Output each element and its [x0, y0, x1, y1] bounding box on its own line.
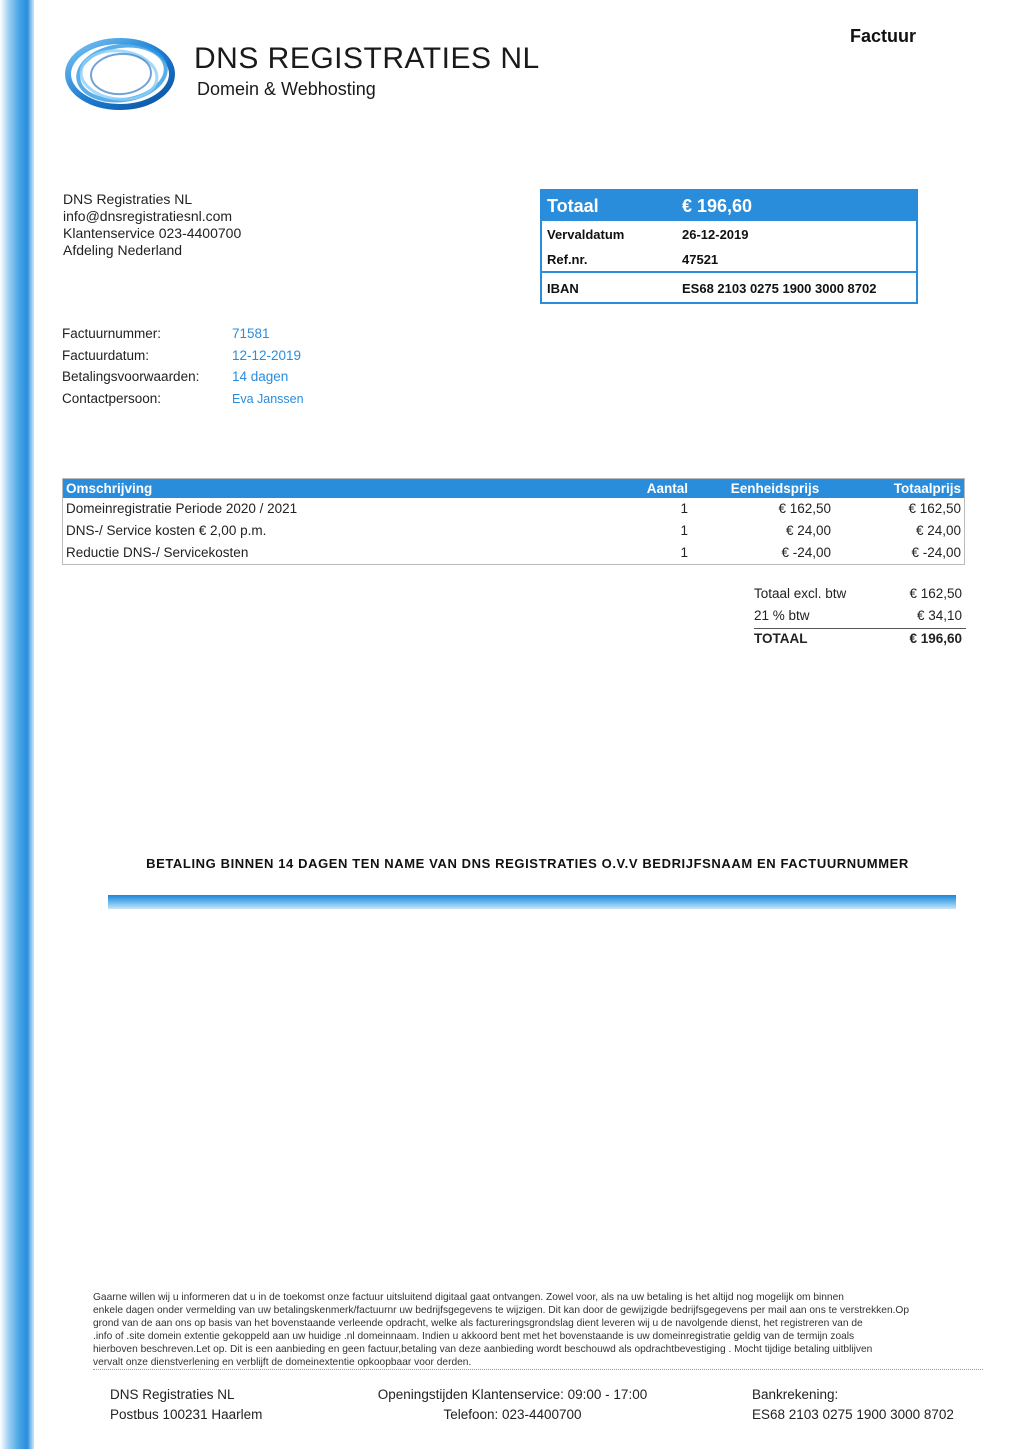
summary-ref-value: 47521	[682, 252, 719, 267]
summary-due-value: 26-12-2019	[682, 227, 749, 242]
meta-value: 12-12-2019	[232, 347, 302, 363]
disclaimer-line: hierboven beschreven.Let op. Dit is een …	[93, 1344, 873, 1356]
grand-total-value: € 196,60	[909, 631, 962, 646]
invoice-totals: Totaal excl. btw € 162,50 21 % btw € 34,…	[754, 584, 966, 651]
table-header: Omschrijving Aantal Eenheidsprijs Totaal…	[63, 479, 964, 498]
cell-quantity: 1	[680, 523, 688, 538]
disclaimer-line: Gaarne willen wij u informeren dat u in …	[93, 1292, 844, 1303]
footer-postal-address: Postbus 100231 Haarlem	[110, 1407, 263, 1422]
grand-total-label: TOTAAL	[754, 631, 808, 646]
cell-total-price: € 162,50	[908, 501, 961, 516]
table-row: Domeinregistratie Periode 2020 / 2021 1 …	[63, 499, 964, 521]
column-header-total-price: Totaalprijs	[893, 481, 961, 496]
meta-value: 71581	[232, 326, 270, 341]
cell-quantity: 1	[680, 545, 688, 560]
cell-description: Reductie DNS-/ Servicekosten	[66, 545, 249, 560]
disclaimer-text: Gaarne willen wij u informeren dat u in …	[93, 1291, 963, 1370]
address-line: DNS Registraties NL	[63, 191, 193, 207]
brand-name: DNS REGISTRATIES NL	[194, 42, 540, 75]
summary-iban-value: ES68 2103 0275 1900 3000 8702	[682, 281, 877, 296]
cell-unit-price: € 24,00	[785, 523, 831, 538]
summary-divider	[542, 271, 916, 273]
ring-logo-icon	[62, 34, 182, 114]
subtotal-row: Totaal excl. btw € 162,50	[754, 584, 966, 606]
disclaimer-line: grond van de aan ons op basis van het bo…	[93, 1318, 863, 1330]
cell-description: Domeinregistratie Periode 2020 / 2021	[66, 501, 298, 516]
meta-label: Factuurdatum:	[62, 347, 150, 363]
footer-divider	[93, 1369, 983, 1370]
table-row: Reductie DNS-/ Servicekosten 1 € -24,00 …	[63, 543, 964, 565]
address-line: Klantenservice 023-4400700	[63, 225, 242, 241]
payment-summary-box: Totaal € 196,60 Vervaldatum 26-12-2019 R…	[540, 189, 918, 304]
cell-description: DNS-/ Service kosten € 2,00 p.m.	[66, 523, 267, 538]
subtotal-label: Totaal excl. btw	[754, 586, 847, 601]
disclaimer-line: vervalt onze dienstverlening en verblijf…	[93, 1357, 472, 1369]
column-header-description: Omschrijving	[66, 481, 153, 496]
summary-total-label: Totaal	[547, 196, 599, 216]
vat-row: 21 % btw € 34,10	[754, 606, 966, 628]
meta-label: Contactpersoon:	[62, 390, 162, 406]
disclaimer-line: enkele dagen onder vermelding van uw bet…	[93, 1305, 910, 1317]
summary-total-row: Totaal € 196,60	[542, 191, 916, 221]
footer-company: DNS Registraties NL Postbus 100231 Haarl…	[110, 1385, 262, 1425]
cell-total-price: € -24,00	[911, 545, 961, 560]
meta-value: 14 dagen	[232, 369, 289, 384]
table-row: DNS-/ Service kosten € 2,00 p.m. 1 € 24,…	[63, 521, 964, 543]
vat-value: € 34,10	[916, 608, 962, 623]
payment-notice: BETALING BINNEN 14 DAGEN TEN NAME VAN DN…	[146, 856, 909, 871]
side-stripe	[0, 0, 34, 1449]
footer-bank: Bankrekening: ES68 2103 0275 1900 3000 8…	[752, 1385, 954, 1425]
column-header-quantity: Aantal	[646, 481, 688, 496]
brand-tagline: Domein & Webhosting	[197, 79, 376, 99]
document-title: Factuur	[849, 26, 916, 46]
cell-total-price: € 24,00	[915, 523, 961, 538]
vat-label: 21 % btw	[754, 608, 810, 623]
column-header-unit-price: Eenheidsprijs	[730, 481, 820, 496]
footer-contact: Openingstijden Klantenservice: 09:00 - 1…	[370, 1385, 655, 1425]
footer-bank-account: ES68 2103 0275 1900 3000 8702	[752, 1407, 954, 1422]
blue-divider-bar	[108, 895, 956, 909]
summary-ref-label: Ref.nr.	[547, 252, 588, 267]
line-items-table: Omschrijving Aantal Eenheidsprijs Totaal…	[62, 478, 965, 565]
footer-company-name: DNS Registraties NL	[110, 1387, 235, 1402]
summary-total-value: € 196,60	[682, 196, 753, 216]
disclaimer-line: .info of .site domein extentie gekoppeld…	[93, 1331, 855, 1343]
footer-phone: Telefoon: 023-4400700	[443, 1407, 582, 1422]
subtotal-value: € 162,50	[909, 586, 962, 601]
cell-quantity: 1	[680, 501, 688, 516]
meta-value: Eva Janssen	[232, 391, 304, 406]
cell-unit-price: € -24,00	[781, 545, 831, 560]
footer-bank-label: Bankrekening:	[752, 1387, 839, 1402]
cell-unit-price: € 162,50	[778, 501, 831, 516]
summary-due-label: Vervaldatum	[547, 227, 625, 242]
grand-total-row: TOTAAL € 196,60	[754, 629, 966, 651]
meta-label: Betalingsvoorwaarden:	[62, 369, 200, 384]
sender-address: DNS Registraties NL info@dnsregistraties…	[63, 191, 241, 259]
footer-opening-hours: Openingstijden Klantenservice: 09:00 - 1…	[377, 1387, 648, 1402]
meta-label: Factuurnummer:	[62, 326, 162, 341]
address-line: Afdeling Nederland	[63, 242, 183, 258]
summary-iban-label: IBAN	[547, 281, 579, 296]
address-line: info@dnsregistratiesnl.com	[63, 208, 233, 224]
